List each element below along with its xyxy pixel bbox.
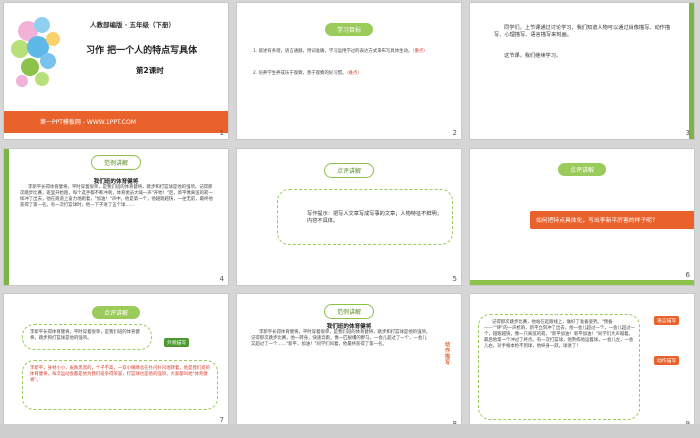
objective-text-2: 2. 培养学生养成乐于观察，善于观察的好习惯。 — [253, 71, 347, 76]
appearance-tag: 外貌描写 — [164, 338, 190, 347]
action-tag: 动作描写 — [654, 356, 680, 365]
lesson-label: 第2课时 — [136, 66, 164, 75]
example-text-1: 李新平长得体育健将，平时穿着很单，是我们班的体育健将，跳步和打篮球是他的强项。 — [30, 330, 140, 341]
slide-thumbnail-8[interactable]: 范例讲解 我们班的体育健将 李新平长得体育健将，平时穿着很单，是我们班的体育健将… — [236, 293, 462, 431]
slide-thumbnail-5[interactable]: 点评讲解 写作提示：把写人文章写成写事的文章；人物特征不鲜明；内容不具体。 5 — [236, 148, 462, 286]
intro-text: 同学们，上节课通过讨论学习，我们知道人物可以通过肖像描写、动作描写、心理描写、语… — [494, 25, 671, 38]
slide-thumbnail-6[interactable]: 点评讲解 如何把特点具体化，写出李新平厉害的样子呢？ 6 — [469, 148, 695, 286]
slide-thumbnail-2[interactable]: 学习目标 1. 叙述有条理，语言通顺，用词准确，学习运用学过的表达方式来布写具体… — [236, 2, 462, 140]
question-banner: 如何把特点具体化，写出李新平厉害的样子呢？ — [530, 211, 694, 229]
section-tab: 点评讲解 — [91, 306, 141, 319]
section-tab: 范例讲解 — [90, 155, 142, 170]
slide-number: 1 — [219, 129, 224, 137]
objective-tag-1: （重点） — [412, 49, 428, 54]
next-row-preview — [0, 424, 700, 438]
essay-heading: 我们班的体育健将 — [326, 324, 372, 330]
objective-item-1: 1. 叙述有条理，语言通顺，用词准确，学习运用学过的表达方式来布写具体生动。（重… — [253, 49, 453, 55]
language-tag: 语言描写 — [654, 316, 680, 325]
slide-thumbnail-9[interactable]: 记得那次跳步比赛，他站在起跑线上，做好了准备姿势。"预备——""砰"的一声枪响，… — [469, 293, 695, 431]
section-tab: 学习目标 — [324, 23, 374, 36]
slide-thumbnail-1[interactable]: 人教部编版 · 五年级（下册） 习作 把一个人的特点写具体 第2课时 第一PPT… — [3, 2, 229, 140]
bottom-accent-bar — [470, 280, 694, 285]
slide-number: 3 — [685, 129, 690, 137]
essay-body: 李新平长得体育健将，平时穿着很单，是我们班的体育健将，跳步和打篮球是他的强项。记… — [251, 330, 431, 347]
example-text: 记得那次跳步比赛，他站在起跑线上，做好了准备姿势。"预备——""砰"的一声枪响，… — [484, 320, 635, 349]
accent-sidebar — [4, 149, 9, 285]
textbook-label: 人教部编版 · 五年级（下册） — [90, 21, 175, 29]
footer-text: 第一PPT模板网 - WWW.1PPT.COM — [40, 119, 136, 126]
intro-text-2: 这节课，我们继续学习。 — [504, 53, 562, 59]
slide-number: 7 — [219, 416, 224, 424]
slide-thumbnail-7[interactable]: 点评讲解 李新平长得体育健将，平时穿着很单，是我们班的体育健将，跳步和打篮球是他… — [3, 293, 229, 431]
slide-thumbnail-3[interactable]: 同学们，上节课通过讨论学习，我们知道人物可以通过肖像描写、动作描写、心理描写、语… — [469, 2, 695, 140]
example-text-2: 李新平，身材小小，皮肤黑黑的，个子不高，一双小眼睛总在扑闪扑闪地转着，他是我们班… — [30, 366, 211, 383]
slide-number: 6 — [685, 271, 690, 279]
essay-body: 李新平长得体育健将，平时穿着很单，是我们班的体育健将，跳步和打篮球是他的强项。记… — [20, 185, 213, 208]
question-text: 如何把特点具体化，写出李新平厉害的样子呢？ — [536, 218, 658, 224]
slide-number: 4 — [219, 275, 224, 283]
flower-decoration — [8, 9, 70, 93]
vertical-tag: 动作描写 — [445, 342, 451, 366]
objective-tag-2: （难点） — [346, 71, 362, 76]
objective-text-1: 1. 叙述有条理，语言通顺，用词准确，学习运用学过的表达方式来布写具体生动。 — [253, 49, 413, 54]
section-tab: 范例讲解 — [323, 304, 375, 319]
comment-text: 写作提示：把写人文章写成写事的文章；人物特征不鲜明；内容不具体。 — [307, 211, 442, 224]
essay-heading: 我们班的体育健将 — [93, 179, 139, 185]
section-tab: 点评讲解 — [323, 163, 375, 178]
slide-title: 习作 把一个人的特点写具体 — [86, 46, 198, 56]
slide-thumbnail-4[interactable]: 范例讲解 我们班的体育健将 李新平长得体育健将，平时穿着很单，是我们班的体育健将… — [3, 148, 229, 286]
section-tab: 点评讲解 — [557, 163, 607, 176]
slide-number: 5 — [452, 275, 457, 283]
slide-number: 2 — [452, 129, 457, 137]
objective-item-2: 2. 培养学生养成乐于观察，善于观察的好习惯。（难点） — [253, 71, 453, 77]
footer-band: 第一PPT模板网 - WWW.1PPT.COM — [4, 111, 228, 133]
accent-sidebar — [689, 3, 694, 139]
